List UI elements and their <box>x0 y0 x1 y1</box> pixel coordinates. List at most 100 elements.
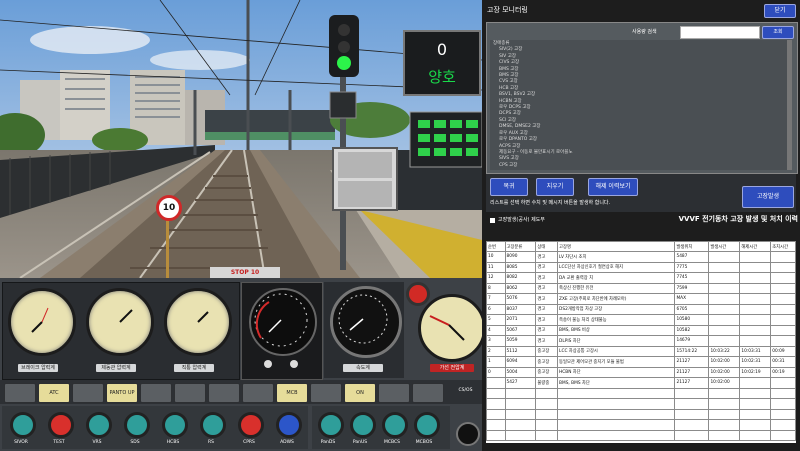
knob-adws[interactable] <box>276 412 302 438</box>
table-cell <box>708 398 741 410</box>
panel-button-3[interactable] <box>72 383 104 403</box>
knob-hcbs[interactable] <box>162 412 188 438</box>
table-row[interactable]: 7 5076 경고 ZXE 고장(주회로 차단반에 차례모아) MAX <box>486 293 796 305</box>
knob-vrs[interactable] <box>86 412 112 438</box>
table-cell <box>739 314 772 326</box>
table-row[interactable]: 6 8037 경고 DS2개방작업 차상 고장 6705 <box>486 303 796 315</box>
panel-button-2[interactable]: ATC <box>38 383 70 403</box>
table-row[interactable]: 8 8062 경고 축상신 진행한 유전 7599 <box>486 282 796 294</box>
history-checkbox[interactable] <box>490 218 495 223</box>
panel-button-6[interactable] <box>174 383 206 403</box>
table-cell: 중고장 <box>535 345 559 357</box>
panel-button-8[interactable] <box>242 383 274 403</box>
fault-list-item[interactable]: CPS 고장 <box>493 163 789 169</box>
panel-button-13[interactable] <box>412 383 444 403</box>
panel-button-5[interactable] <box>140 383 172 403</box>
knob-label: SDS <box>130 440 140 445</box>
table-header[interactable]: 상태 <box>535 241 559 252</box>
fault-trigger-button[interactable]: 고장발생 <box>742 186 794 208</box>
release-history-button[interactable]: 해제 이력보기 <box>588 178 638 196</box>
close-button[interactable]: 닫기 <box>764 4 796 18</box>
table-cell: 6094 <box>504 356 537 368</box>
table-cell: 경고 <box>535 261 559 273</box>
restore-button[interactable]: 복귀 <box>490 178 528 196</box>
table-cell: 축상신 진행한 유전 <box>557 282 676 294</box>
table-cell <box>535 387 559 399</box>
knob-rs[interactable] <box>200 412 226 438</box>
table-cell <box>674 429 710 441</box>
panel-button-1[interactable] <box>4 383 36 403</box>
table-cell <box>674 408 710 420</box>
table-row[interactable]: 3 5059 경고 DLPIS 차단 14679 <box>486 335 796 347</box>
table-cell: 10:02:00 <box>708 366 741 378</box>
table-header[interactable]: 조치시간 <box>770 241 796 252</box>
table-cell: 경고 <box>535 335 559 347</box>
table-header[interactable]: 발생위치 <box>674 241 710 252</box>
panel-button-10[interactable] <box>310 383 342 403</box>
table-row[interactable] <box>486 408 796 420</box>
table-header[interactable]: 고장명 <box>557 241 676 252</box>
table-cell <box>770 272 796 284</box>
list-scrollbar[interactable] <box>787 40 792 170</box>
table-header[interactable]: 해제시간 <box>739 241 772 252</box>
table-cell: 6 <box>486 303 506 315</box>
table-row[interactable]: 10 8090 경고 LV 차단시 조치 5487 <box>486 251 796 263</box>
table-cell <box>708 429 741 441</box>
search-button[interactable]: 조회 <box>762 26 794 39</box>
knob-pands[interactable] <box>318 412 344 438</box>
table-row[interactable]: 2 5112 중고장 LCC 차상공통 고장시 15714:22 10:03:22 10:0… <box>486 345 796 357</box>
table-cell <box>739 251 772 263</box>
cs-os-switch[interactable] <box>456 422 480 446</box>
table-cell <box>674 398 710 410</box>
instruction-text: 리스트를 선택 하면 수치 및 메시지 버튼을 발생하 합니다. <box>490 200 611 206</box>
panel-button-4[interactable]: PANTO UP <box>106 383 138 403</box>
table-cell: 10:02:00 <box>708 377 741 389</box>
knob-panus[interactable] <box>350 412 376 438</box>
fault-type-list[interactable]: 장애종류 SIV(2) 고장 SIV 고장 CIVS 고장 BMS 고장 BMS 고장 CV… <box>490 40 792 170</box>
table-row[interactable] <box>486 387 796 399</box>
knob-test[interactable] <box>48 412 74 438</box>
table-cell <box>708 314 741 326</box>
panel-button-9[interactable]: MCB <box>276 383 308 403</box>
table-cell: 7745 <box>674 272 710 284</box>
table-row[interactable]: 5 2071 경고 측송이 불능 처리 상태불능 10580 <box>486 314 796 326</box>
table-cell: 측송이 불능 처리 상태불능 <box>557 314 676 326</box>
knob-mcbcs[interactable] <box>382 412 408 438</box>
table-row[interactable]: 11 8085 경고 LCC단선 차상신호기 절연상호 해지 7775 <box>486 261 796 273</box>
knob-label: VRS <box>92 440 102 445</box>
knob-cprs[interactable] <box>238 412 264 438</box>
table-row[interactable]: 1 6094 중고장 동일모관 제어모관 중지기 모듈 불법 21127 10:02:00… <box>486 356 796 368</box>
table-cell <box>770 251 796 263</box>
table-cell <box>770 387 796 399</box>
clear-button[interactable]: 지우기 <box>536 178 574 196</box>
table-header[interactable]: 발생시간 <box>708 241 741 252</box>
panel-button-12[interactable] <box>378 383 410 403</box>
table-cell <box>770 398 796 410</box>
knob-sds[interactable] <box>124 412 150 438</box>
table-cell <box>739 293 772 305</box>
table-row[interactable]: 12 8082 경고 DA 교환 출력장 치 7745 <box>486 272 796 284</box>
table-row[interactable]: 4 5067 경고 BMS, BMS 비상 10582 <box>486 324 796 336</box>
panel-button-11[interactable]: ON <box>344 383 376 403</box>
table-row[interactable]: 5427 불량중 BMS, BMS 차단 21127 10:02:00 <box>486 377 796 389</box>
table-cell: ZXE 고장(주회로 차단반에 차례모아) <box>557 293 676 305</box>
table-cell: 4 <box>486 324 506 336</box>
table-cell <box>557 419 676 431</box>
table-row[interactable] <box>486 429 796 441</box>
knob-mcbos[interactable] <box>414 412 440 438</box>
knob-sivor[interactable] <box>10 412 36 438</box>
table-row[interactable] <box>486 419 796 431</box>
table-cell: 0 <box>486 366 506 378</box>
table-cell: 동일모관 제어모관 중지기 모듈 불법 <box>557 356 676 368</box>
table-cell: 2 <box>486 345 506 357</box>
table-row[interactable] <box>486 398 796 410</box>
search-input[interactable] <box>680 26 760 39</box>
panel-button-7[interactable] <box>208 383 240 403</box>
knob-label: MCBCS <box>383 440 401 445</box>
table-cell: 경고 <box>535 251 559 263</box>
table-header[interactable]: 순번 <box>486 241 506 252</box>
table-cell: 경고 <box>535 303 559 315</box>
table-cell: 중고장 <box>535 366 559 378</box>
table-row[interactable]: 0 5004 중고장 HCBN 차단 21127 10:02:00 10:02:19 00:1… <box>486 366 796 378</box>
table-header[interactable]: 고장분류 <box>504 241 537 252</box>
